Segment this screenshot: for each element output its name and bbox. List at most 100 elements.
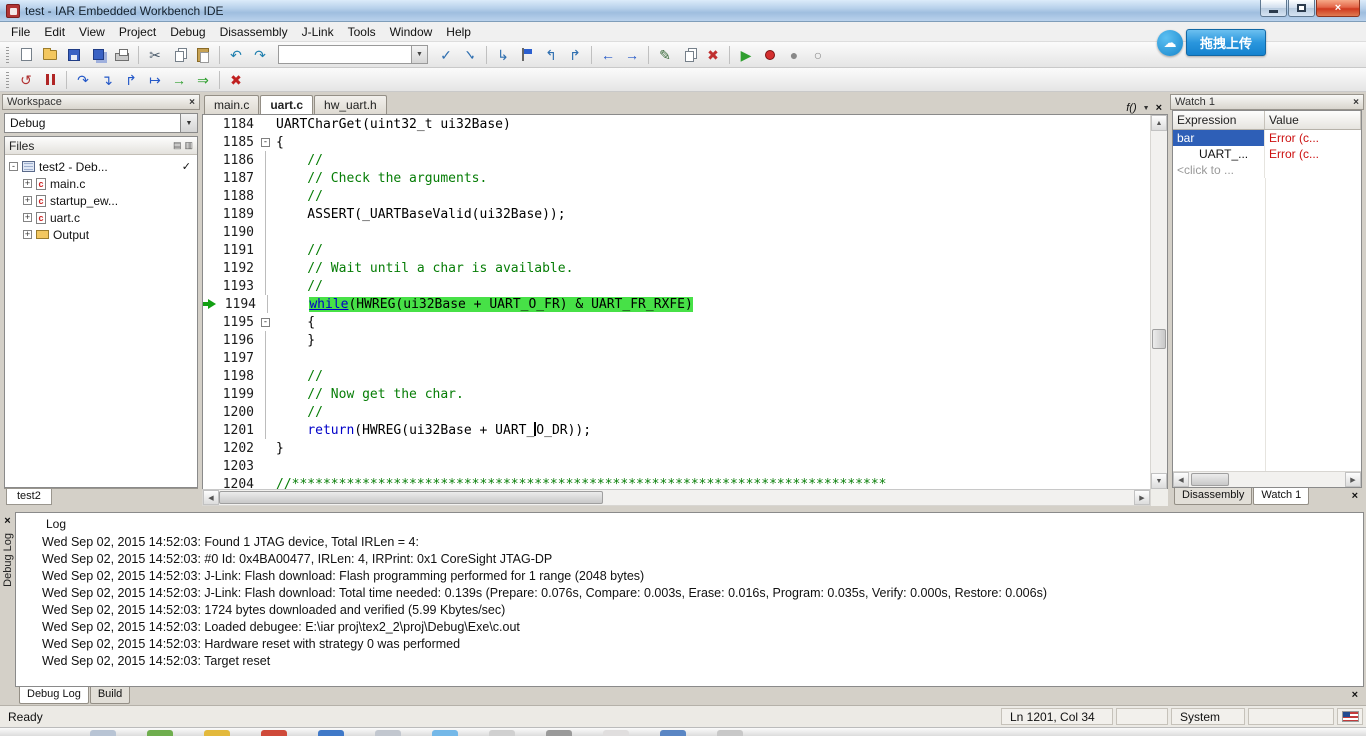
watch-expression[interactable]: <click to ... bbox=[1173, 162, 1265, 178]
toggle-bookmark-button[interactable] bbox=[515, 44, 539, 66]
code-text[interactable]: while(HWREG(ui32Base + UART_O_FR) & UART… bbox=[274, 296, 1150, 312]
breakpoint-margin[interactable] bbox=[203, 115, 219, 133]
code-text[interactable]: // bbox=[272, 189, 1150, 204]
menu-window[interactable]: Window bbox=[383, 23, 440, 41]
taskbar-icon[interactable] bbox=[261, 730, 287, 736]
menu-project[interactable]: Project bbox=[112, 23, 163, 41]
maximize-button[interactable] bbox=[1288, 0, 1315, 17]
breakpoint-margin[interactable] bbox=[203, 385, 219, 403]
code-area[interactable]: 1184 UARTCharGet(uint32_t ui32Base) 1185-{… bbox=[203, 115, 1150, 489]
expression-column-header[interactable]: Expression bbox=[1173, 111, 1265, 129]
break-button[interactable] bbox=[38, 69, 62, 91]
tree-item-main-c[interactable]: + c main.c bbox=[5, 175, 197, 192]
configuration-dropdown[interactable]: Debug ▼ bbox=[4, 113, 198, 133]
new-document-button[interactable] bbox=[14, 44, 38, 66]
undo-button[interactable]: ↶ bbox=[224, 44, 248, 66]
tree-expander-icon[interactable]: + bbox=[23, 196, 32, 205]
menu-j-link[interactable]: J-Link bbox=[295, 23, 341, 41]
watch-horizontal-scrollbar[interactable]: ◀ ▶ bbox=[1173, 471, 1361, 487]
scroll-left-icon[interactable]: ◀ bbox=[203, 490, 219, 505]
upload-cloud-icon[interactable]: ☁ bbox=[1156, 29, 1183, 56]
navigate-forward-button[interactable]: → bbox=[620, 44, 644, 66]
taskbar-icon[interactable] bbox=[375, 730, 401, 736]
breakpoint-margin[interactable] bbox=[203, 313, 219, 331]
print-button[interactable] bbox=[110, 44, 134, 66]
code-text[interactable]: // Now get the char. bbox=[272, 387, 1150, 402]
watch-expression[interactable]: UART_... bbox=[1173, 146, 1265, 162]
taskbar-icon[interactable] bbox=[660, 730, 686, 736]
open-file-button[interactable] bbox=[38, 44, 62, 66]
horizontal-scroll-track[interactable] bbox=[219, 490, 1134, 505]
tree-expander-icon[interactable]: - bbox=[9, 162, 18, 171]
fold-collapse-icon[interactable]: - bbox=[261, 317, 270, 327]
code-text[interactable]: UARTCharGet(uint32_t ui32Base) bbox=[272, 117, 1150, 132]
code-text[interactable]: // Check the arguments. bbox=[272, 171, 1150, 186]
watch-scroll-thumb[interactable] bbox=[1191, 473, 1229, 486]
scroll-right-icon[interactable]: ▶ bbox=[1134, 490, 1150, 505]
titlebar[interactable]: test - IAR Embedded Workbench IDE × bbox=[0, 0, 1366, 22]
fold-collapse-icon[interactable]: - bbox=[261, 137, 270, 147]
code-text[interactable]: // bbox=[272, 405, 1150, 420]
previous-bookmark-button[interactable]: ↰ bbox=[539, 44, 563, 66]
breakpoint-margin[interactable] bbox=[203, 367, 219, 385]
next-statement-button[interactable]: ↦ bbox=[143, 69, 167, 91]
vertical-scroll-thumb[interactable] bbox=[1152, 329, 1166, 350]
download-and-debug-button[interactable]: ▶ bbox=[734, 44, 758, 66]
debugger-tab-watch-1[interactable]: Watch 1 bbox=[1253, 488, 1310, 505]
breakpoint-margin[interactable] bbox=[203, 187, 219, 205]
breakpoint-margin[interactable] bbox=[203, 439, 219, 457]
log-tabstrip-close-icon[interactable]: × bbox=[1352, 689, 1358, 701]
copy-button[interactable] bbox=[167, 44, 191, 66]
code-text[interactable]: // bbox=[272, 279, 1150, 294]
watch-row[interactable]: bar Error (c... bbox=[1173, 130, 1361, 146]
close-button[interactable]: × bbox=[1316, 0, 1360, 17]
tree-expander-icon[interactable]: + bbox=[23, 230, 32, 239]
tree-expander-icon[interactable]: + bbox=[23, 213, 32, 222]
breakpoint-margin[interactable] bbox=[203, 241, 219, 259]
menu-disassembly[interactable]: Disassembly bbox=[213, 23, 295, 41]
code-text[interactable]: // bbox=[272, 243, 1150, 258]
taskbar-icon[interactable] bbox=[489, 730, 515, 736]
step-out-button[interactable]: ↱ bbox=[119, 69, 143, 91]
vertical-scroll-track[interactable] bbox=[1151, 131, 1167, 473]
breakpoint-margin[interactable] bbox=[203, 331, 219, 349]
chevron-down-icon[interactable]: ▼ bbox=[411, 46, 427, 63]
watch-close-icon[interactable]: × bbox=[1353, 97, 1359, 108]
log-close-icon[interactable]: × bbox=[4, 515, 10, 527]
redo-button[interactable]: ↷ bbox=[248, 44, 272, 66]
save-all-button[interactable] bbox=[86, 44, 110, 66]
chevron-down-icon[interactable]: ▼ bbox=[1143, 105, 1150, 112]
paste-button[interactable] bbox=[191, 44, 215, 66]
taskbar-icon[interactable] bbox=[90, 730, 116, 736]
windows-taskbar[interactable] bbox=[0, 727, 1366, 736]
find-previous-button[interactable]: ✓ bbox=[458, 44, 482, 66]
breakpoint-margin[interactable] bbox=[203, 133, 219, 151]
code-text[interactable]: { bbox=[272, 135, 1150, 150]
log-tab-build[interactable]: Build bbox=[89, 687, 131, 704]
upload-overlay[interactable]: ☁ 拖拽上传 bbox=[1156, 29, 1266, 56]
breakpoint-margin[interactable] bbox=[203, 223, 219, 241]
taskbar-icon[interactable] bbox=[717, 730, 743, 736]
scroll-up-icon[interactable]: ▲ bbox=[1151, 115, 1167, 131]
next-bookmark-button[interactable]: ↱ bbox=[563, 44, 587, 66]
code-text[interactable]: ASSERT(_UARTBaseValid(ui32Base)); bbox=[272, 207, 1150, 222]
editor-tab-main-c[interactable]: main.c bbox=[204, 95, 260, 114]
taskbar-icon[interactable] bbox=[204, 730, 230, 736]
stop-debugging-button[interactable]: ✖ bbox=[224, 69, 248, 91]
taskbar-icon[interactable] bbox=[603, 730, 629, 736]
toolbar-grip[interactable] bbox=[6, 71, 9, 88]
taskbar-icon[interactable] bbox=[546, 730, 572, 736]
cut-button[interactable]: ✂ bbox=[143, 44, 167, 66]
minimize-button[interactable] bbox=[1260, 0, 1287, 17]
code-text[interactable]: } bbox=[272, 441, 1150, 456]
taskbar-icon[interactable] bbox=[147, 730, 173, 736]
breakpoint-margin[interactable] bbox=[203, 151, 219, 169]
menu-file[interactable]: File bbox=[4, 23, 37, 41]
save-button[interactable] bbox=[62, 44, 86, 66]
menu-edit[interactable]: Edit bbox=[37, 23, 72, 41]
code-text[interactable]: // Wait until a char is available. bbox=[272, 261, 1150, 276]
compile-button[interactable]: ✎ bbox=[653, 44, 677, 66]
breakpoint-margin[interactable] bbox=[203, 475, 219, 489]
editor-horizontal-scrollbar[interactable]: ◀ ▶ bbox=[202, 489, 1151, 506]
language-indicator[interactable] bbox=[1337, 708, 1363, 725]
